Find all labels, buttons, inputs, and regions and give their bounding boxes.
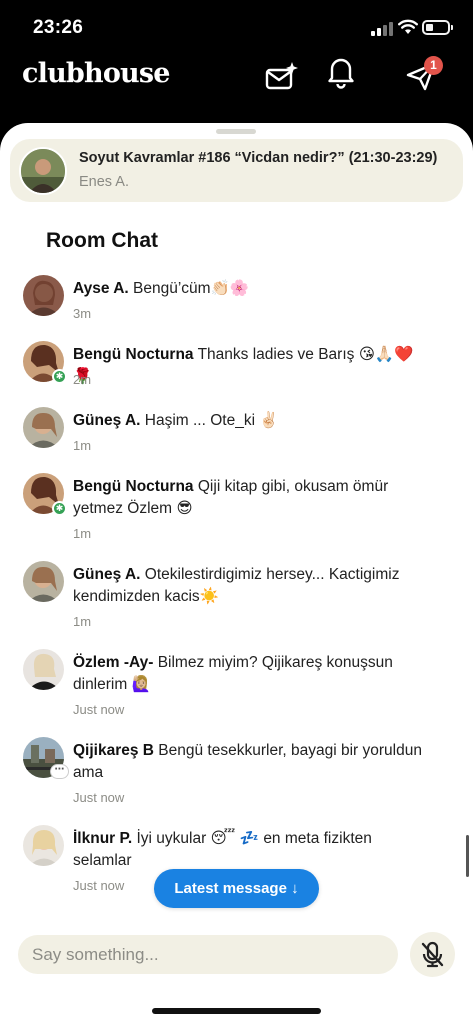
status-bar: 23:26 [0, 0, 473, 52]
message-author[interactable]: Qijikareş B [73, 742, 154, 759]
message-time: 1m [73, 526, 92, 541]
message-author[interactable]: Özlem -Ay- [73, 654, 153, 671]
message-time: Just now [73, 878, 125, 893]
message-time: Just now [73, 790, 125, 805]
avatar[interactable] [23, 275, 64, 316]
avatar[interactable] [23, 649, 64, 690]
bell-icon[interactable] [323, 54, 359, 90]
message-time: 1m [73, 438, 92, 453]
message-text: Bengü Nocturna Qiji kitap gibi, okusam ö… [73, 478, 389, 517]
invite-mail-icon[interactable] [264, 58, 300, 94]
status-time: 23:26 [33, 17, 84, 38]
message-text: Ayse A. Bengü’cüm👏🏻🌸 [73, 280, 250, 297]
clubhouse-logo: clubhouse [22, 58, 170, 89]
app-header: clubhouse [0, 52, 473, 122]
sheet-grabber[interactable] [216, 129, 256, 134]
avatar[interactable] [23, 825, 64, 866]
avatar[interactable] [23, 561, 64, 602]
message-time: 2m [73, 372, 92, 387]
cellular-signal-icon [371, 22, 393, 36]
room-chat-sheet: Soyut Kavramlar #186 “Vicdan nedir?” (21… [0, 123, 473, 1024]
avatar[interactable] [23, 407, 64, 448]
room-chat-heading: Room Chat [46, 229, 158, 252]
message-text: Güneş A. Haşim ... Ote_ki ✌🏻 [73, 412, 279, 429]
message-author[interactable]: Güneş A. [73, 412, 140, 429]
latest-message-button[interactable]: Latest message ↓ [154, 869, 319, 908]
home-indicator[interactable] [152, 1008, 321, 1014]
message-author[interactable]: Bengü Nocturna [73, 346, 194, 363]
message-time: 1m [73, 614, 92, 629]
battery-icon [422, 20, 453, 35]
room-banner[interactable]: Soyut Kavramlar #186 “Vicdan nedir?” (21… [10, 139, 463, 202]
mute-mic-button[interactable] [410, 932, 455, 977]
message-text: İlknur P. İyi uykular 😴 💤 en meta fizikt… [73, 830, 372, 869]
room-host-name: Enes A. [79, 174, 129, 190]
wifi-icon [398, 19, 418, 34]
message-text: Bengü Nocturna Thanks ladies ve Barış 😘🙏… [73, 346, 414, 385]
scrollbar[interactable] [466, 835, 469, 877]
more-icon: ⋯ [50, 764, 69, 779]
message-composer [18, 935, 398, 974]
message-text: Qijikareş B Bengü tesekkurler, bayagi bi… [73, 742, 422, 781]
message-author[interactable]: Bengü Nocturna [73, 478, 194, 495]
notification-badge: 1 [424, 56, 443, 75]
message-author[interactable]: Güneş A. [73, 566, 140, 583]
message-time: 3m [73, 306, 92, 321]
moderator-badge-icon: ✱ [52, 501, 67, 516]
chat-input[interactable] [32, 935, 372, 974]
message-text: Güneş A. Otekilestirdigimiz hersey... Ka… [73, 566, 400, 605]
mic-off-icon [421, 941, 444, 968]
room-host-avatar [19, 147, 67, 195]
message-time: Just now [73, 702, 125, 717]
message-author[interactable]: Ayse A. [73, 280, 129, 297]
message-text: Özlem -Ay- Bilmez miyim? Qijikareş konuş… [73, 654, 393, 693]
message-author[interactable]: İlknur P. [73, 830, 132, 847]
moderator-badge-icon: ✱ [52, 369, 67, 384]
room-title: Soyut Kavramlar #186 “Vicdan nedir?” (21… [79, 150, 438, 166]
